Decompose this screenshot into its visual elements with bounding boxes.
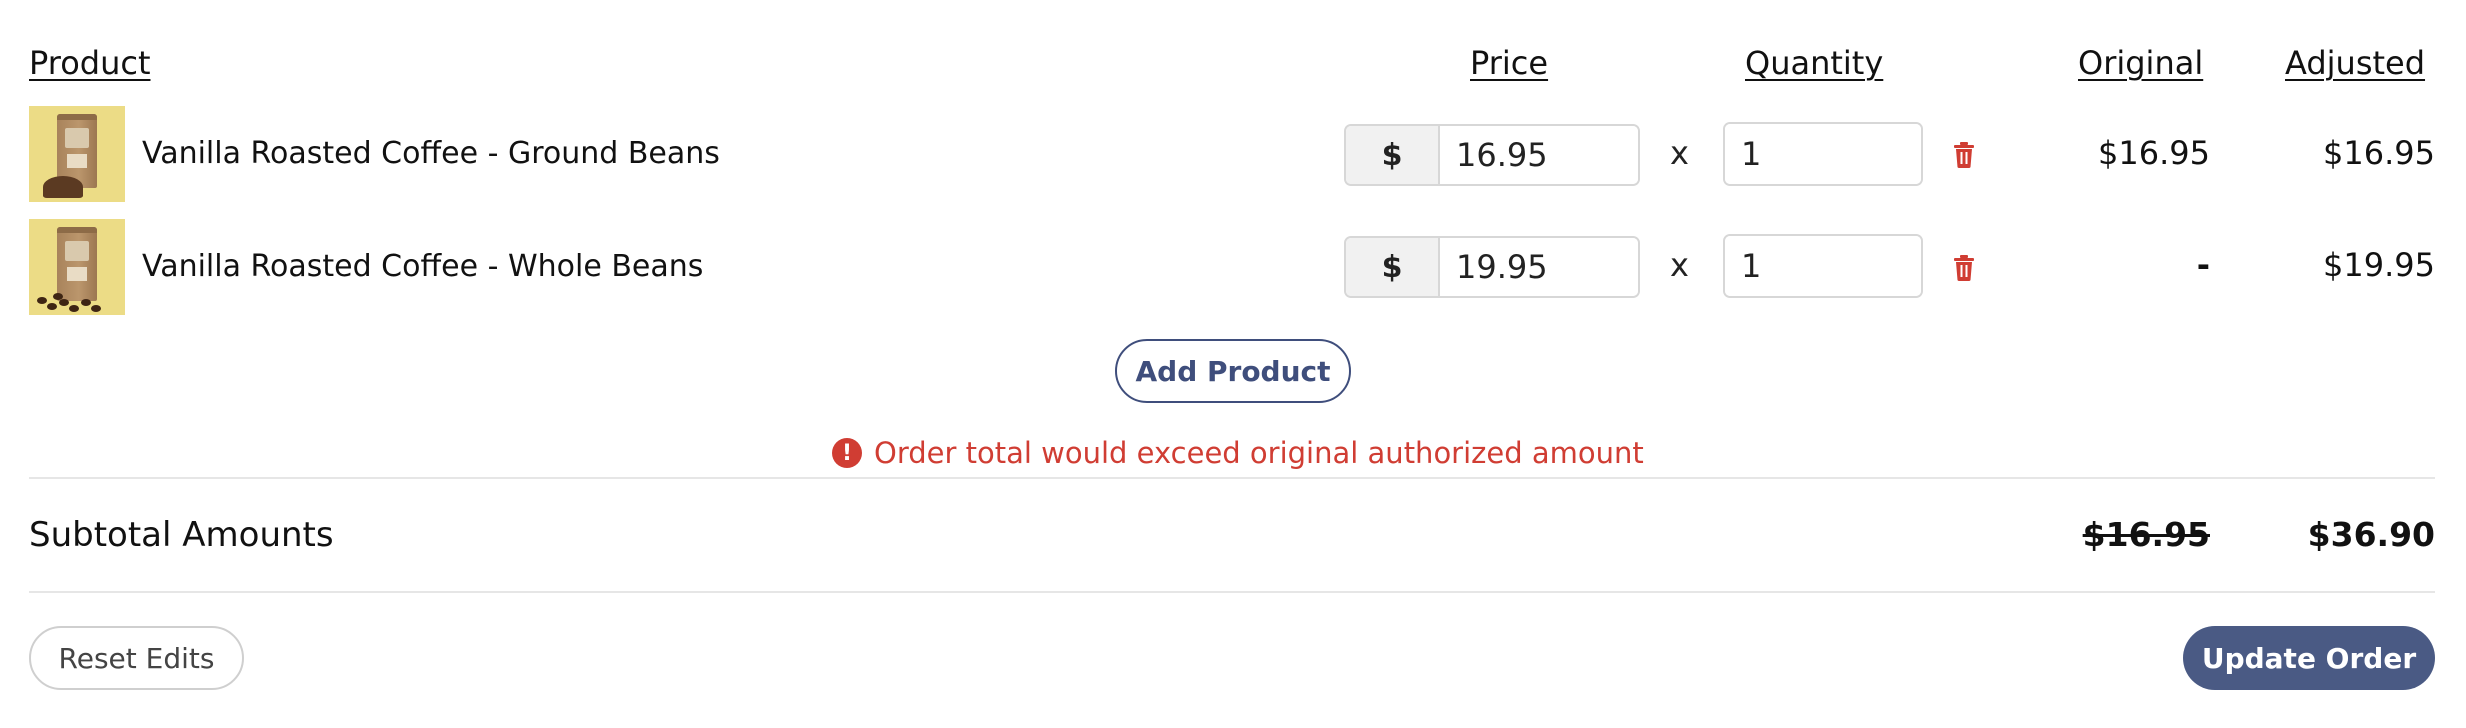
price-input[interactable] [1440, 238, 1638, 296]
original-amount: - [2196, 246, 2210, 284]
add-product-button[interactable]: Add Product [1115, 339, 1351, 403]
error-message: ! Order total would exceed original auth… [832, 436, 1644, 470]
times-sign: x [1670, 246, 1689, 284]
quantity-input[interactable] [1725, 236, 1921, 296]
quantity-field [1723, 122, 1923, 186]
currency-prefix: $ [1346, 238, 1440, 296]
divider [29, 591, 2435, 593]
price-input[interactable] [1440, 126, 1638, 184]
times-sign: x [1670, 134, 1689, 172]
subtotal-adjusted: $36.90 [2307, 515, 2435, 554]
subtotal-label: Subtotal Amounts [29, 515, 334, 555]
header-quantity: Quantity [1745, 44, 1884, 82]
adjusted-amount: $16.95 [2323, 134, 2435, 172]
quantity-input[interactable] [1725, 124, 1921, 184]
subtotal-original: $16.95 [2082, 515, 2210, 554]
header-original: Original [2078, 44, 2204, 82]
product-name: Vanilla Roasted Coffee - Whole Beans [142, 249, 704, 284]
adjusted-amount: $19.95 [2323, 246, 2435, 284]
price-field: $ [1344, 236, 1640, 298]
header-adjusted: Adjusted [2285, 44, 2426, 82]
header-product: Product [29, 44, 151, 82]
coffee-bag-beans-icon [29, 219, 125, 315]
currency-prefix: $ [1346, 126, 1440, 184]
trash-icon[interactable] [1952, 254, 1976, 282]
price-field: $ [1344, 124, 1640, 186]
quantity-field [1723, 234, 1923, 298]
product-name: Vanilla Roasted Coffee - Ground Beans [142, 136, 720, 171]
exclamation-circle-icon: ! [832, 438, 862, 468]
original-amount: $16.95 [2098, 134, 2210, 172]
trash-icon[interactable] [1952, 141, 1976, 169]
reset-edits-button[interactable]: Reset Edits [29, 626, 244, 690]
divider [29, 477, 2435, 479]
header-price: Price [1470, 44, 1549, 82]
update-order-button[interactable]: Update Order [2183, 626, 2435, 690]
error-text: Order total would exceed original author… [874, 436, 1644, 470]
coffee-bag-ground-icon [29, 106, 125, 202]
